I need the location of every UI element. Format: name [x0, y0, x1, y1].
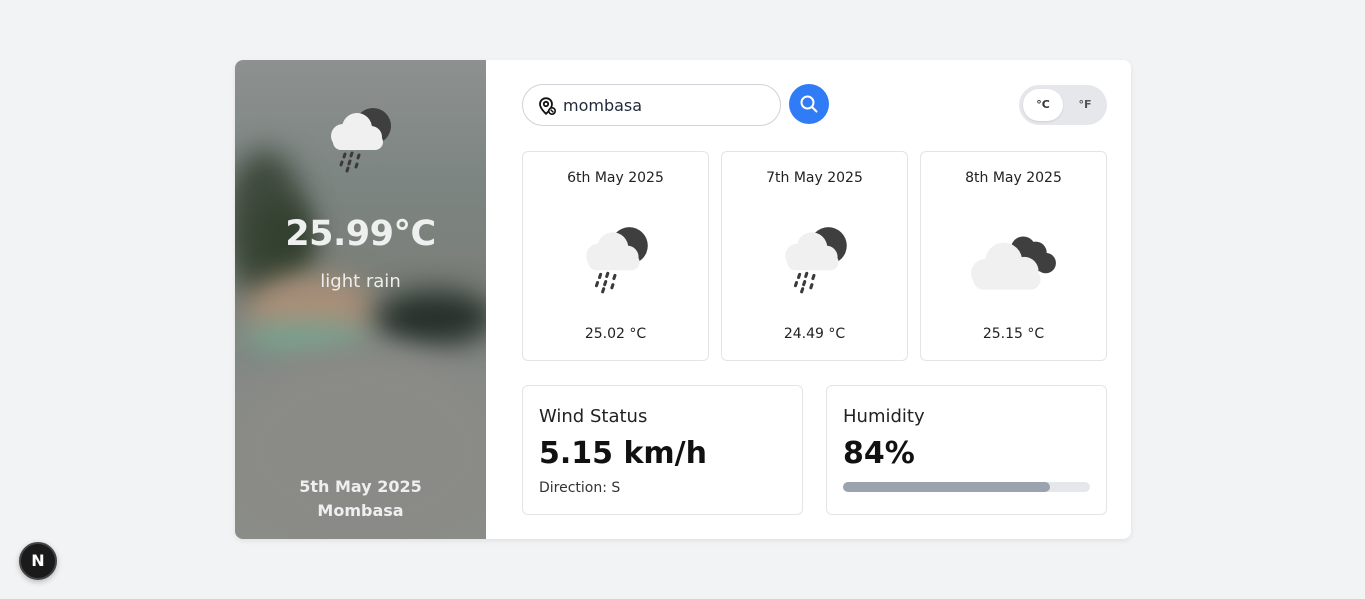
wind-direction: Direction: S — [539, 480, 621, 496]
humidity-progress-fill — [843, 482, 1051, 492]
forecast-temperature: 25.15 °C — [982, 326, 1045, 342]
search-input[interactable] — [563, 93, 768, 117]
nextjs-dev-badge[interactable]: N — [19, 542, 57, 580]
forecast-temperature: 24.49 °C — [783, 326, 846, 342]
forecast-date: 7th May 2025 — [766, 170, 863, 186]
wind-status-card: Wind Status 5.15 km/h Direction: S — [522, 385, 803, 515]
search-button[interactable] — [789, 84, 829, 124]
weather-card: 25.99°C light rain 5th May 2025 Mombasa … — [235, 60, 1131, 539]
wind-speed: 5.15 km/h — [539, 436, 707, 471]
current-temperature: 25.99°C — [285, 214, 436, 254]
clouds-icon — [967, 230, 1059, 292]
cloud-rain-night-icon — [777, 222, 855, 296]
humidity-title: Humidity — [843, 406, 925, 427]
forecast-date: 6th May 2025 — [567, 170, 664, 186]
unit-toggle[interactable]: °C °F — [1019, 85, 1107, 125]
wind-status-title: Wind Status — [539, 406, 648, 427]
current-city: Mombasa — [317, 501, 404, 520]
cloud-rain-night-icon — [323, 104, 399, 174]
humidity-progress-bar — [843, 482, 1090, 492]
cloud-rain-night-icon — [578, 222, 656, 296]
celsius-option[interactable]: °C — [1023, 89, 1063, 121]
forecast-card: 7th May 2025 24.49 °C — [721, 151, 908, 361]
forecast-card: 8th May 2025 25.15 °C — [920, 151, 1107, 361]
map-pin-icon — [539, 97, 557, 116]
humidity-card: Humidity 84% — [826, 385, 1107, 515]
weather-description: light rain — [320, 271, 401, 292]
search-field[interactable] — [522, 84, 781, 126]
forecast-temperature: 25.02 °C — [584, 326, 647, 342]
forecast-card: 6th May 2025 25.02 °C — [522, 151, 709, 361]
current-date: 5th May 2025 — [299, 477, 422, 496]
search-icon — [800, 95, 818, 113]
current-weather-panel: 25.99°C light rain 5th May 2025 Mombasa — [235, 60, 486, 539]
humidity-value: 84% — [843, 436, 915, 471]
forecast-date: 8th May 2025 — [965, 170, 1062, 186]
fahrenheit-option[interactable]: °F — [1067, 89, 1103, 121]
